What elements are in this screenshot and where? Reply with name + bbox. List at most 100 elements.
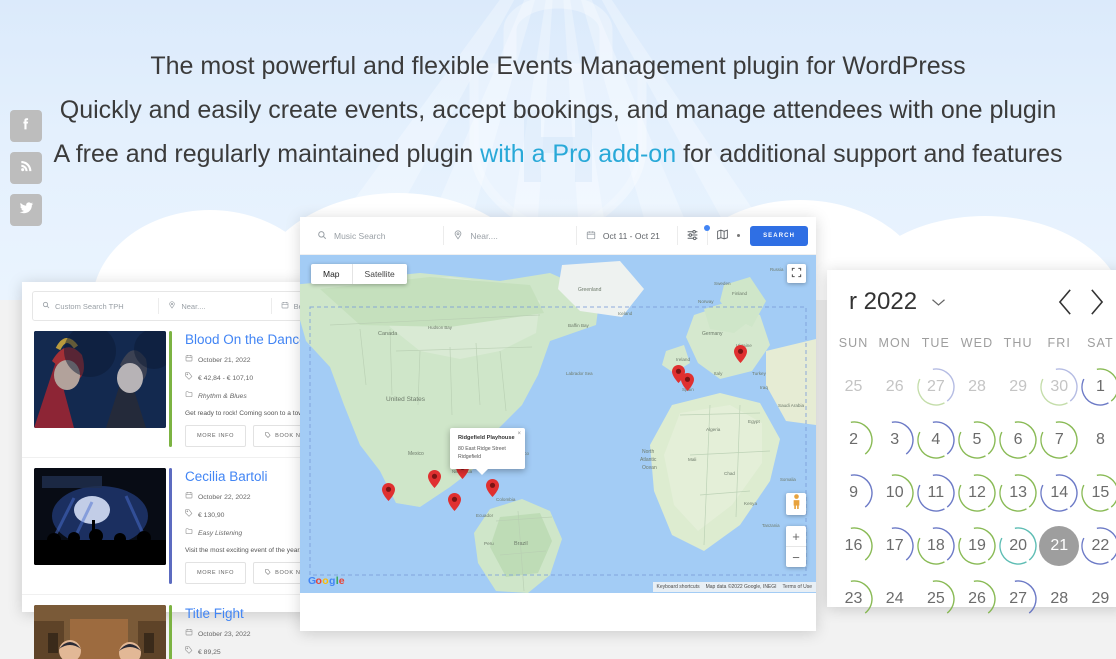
map-view-toggle[interactable] bbox=[708, 228, 733, 243]
more-info-button[interactable]: MORE INFO bbox=[185, 562, 247, 584]
calendar-day[interactable]: 29 bbox=[1080, 579, 1116, 619]
map-type-satellite[interactable]: Satellite bbox=[353, 264, 407, 284]
calendar-next-button[interactable] bbox=[1088, 288, 1105, 316]
svg-text:Iceland: Iceland bbox=[618, 311, 633, 316]
calendar-day-number: 8 bbox=[1095, 430, 1105, 448]
map-search-input[interactable]: Music Search bbox=[308, 230, 443, 242]
calendar-day[interactable]: 28 bbox=[957, 367, 997, 407]
calendar-day[interactable]: 18 bbox=[916, 526, 956, 566]
calendar-day[interactable]: 25 bbox=[834, 367, 874, 407]
calendar-day[interactable]: 30 bbox=[1039, 367, 1079, 407]
map-marker[interactable] bbox=[486, 479, 499, 497]
calendar-day-number: 1 bbox=[1095, 377, 1105, 395]
calendar-day[interactable]: 21 bbox=[1039, 525, 1080, 566]
svg-text:United States: United States bbox=[386, 396, 426, 403]
pro-addon-link[interactable]: with a Pro add-on bbox=[480, 140, 676, 168]
calendar-day[interactable]: 8 bbox=[1080, 420, 1116, 460]
calendar-day-cell: 29 bbox=[1080, 572, 1116, 625]
map-attribution: Keyboard shortcuts Map data ©2022 Google… bbox=[652, 581, 816, 592]
calendar-day-number: 4 bbox=[931, 430, 941, 448]
events-search-query[interactable]: Custom Search TPH bbox=[33, 292, 158, 320]
map-marker[interactable] bbox=[428, 470, 441, 488]
hero-line-3-prefix: A free and regularly maintained plugin bbox=[53, 140, 481, 168]
svg-text:Finland: Finland bbox=[732, 291, 748, 296]
calendar-day[interactable]: 22 bbox=[1080, 526, 1116, 566]
svg-text:Ireland: Ireland bbox=[676, 357, 690, 362]
map-date-range-value: Oct 11 - Oct 21 bbox=[602, 230, 660, 241]
social-button-twitter[interactable] bbox=[10, 194, 42, 226]
dropdown-dot-icon[interactable] bbox=[737, 234, 741, 237]
svg-text:Peru: Peru bbox=[484, 541, 494, 546]
calendar-day[interactable]: 14 bbox=[1039, 473, 1079, 513]
close-icon[interactable]: × bbox=[517, 431, 521, 437]
svg-text:Norway: Norway bbox=[698, 299, 714, 304]
calendar-day[interactable]: 4 bbox=[916, 420, 956, 460]
calendar-month-label: r 2022 bbox=[849, 288, 918, 315]
calendar-day[interactable]: 23 bbox=[834, 579, 874, 619]
svg-text:Tanzania: Tanzania bbox=[762, 523, 780, 528]
map-near-input-value: Near.... bbox=[470, 230, 498, 241]
social-button-rss[interactable] bbox=[10, 152, 42, 184]
calendar-icon bbox=[185, 354, 193, 366]
google-map[interactable]: United States Canada Mexico Brazil Green… bbox=[300, 255, 816, 593]
calendar-day[interactable]: 16 bbox=[834, 526, 874, 566]
calendar-day[interactable]: 24 bbox=[875, 579, 915, 619]
calendar-day[interactable]: 7 bbox=[1039, 420, 1079, 460]
calendar-day[interactable]: 3 bbox=[875, 420, 915, 460]
svg-text:Germany: Germany bbox=[702, 331, 723, 337]
calendar-day[interactable]: 2 bbox=[834, 420, 874, 460]
weekday-sun: SUN bbox=[838, 336, 869, 350]
map-marker[interactable] bbox=[681, 373, 694, 391]
calendar-day[interactable]: 6 bbox=[998, 420, 1038, 460]
calendar-day-number: 2 bbox=[849, 430, 859, 448]
street-view-pegman[interactable] bbox=[786, 493, 806, 515]
fullscreen-button[interactable] bbox=[787, 264, 806, 283]
calendar-day[interactable]: 5 bbox=[957, 420, 997, 460]
map-date-range[interactable]: Oct 11 - Oct 21 bbox=[577, 230, 677, 242]
zoom-in-button[interactable]: + bbox=[786, 526, 806, 546]
calendar-day[interactable]: 20 bbox=[998, 526, 1038, 566]
calendar-day[interactable]: 9 bbox=[834, 473, 874, 513]
keyboard-shortcuts-link[interactable]: Keyboard shortcuts bbox=[657, 584, 700, 590]
calendar-day[interactable]: 27 bbox=[916, 367, 956, 407]
calendar-day[interactable]: 17 bbox=[875, 526, 915, 566]
calendar-day[interactable]: 12 bbox=[957, 473, 997, 513]
calendar-day[interactable]: 19 bbox=[957, 526, 997, 566]
calendar-day-cell: 3 bbox=[874, 413, 915, 466]
calendar-day[interactable]: 13 bbox=[998, 473, 1038, 513]
calendar-day-cell: 10 bbox=[874, 466, 915, 519]
events-search-near-text: Near.... bbox=[181, 301, 206, 311]
svg-text:Mexico: Mexico bbox=[408, 451, 424, 457]
calendar-day[interactable]: 26 bbox=[957, 579, 997, 619]
calendar-day-number: 28 bbox=[1050, 589, 1069, 607]
search-button[interactable]: SEARCH bbox=[750, 225, 808, 246]
zoom-out-button[interactable]: − bbox=[786, 547, 806, 567]
chevron-down-icon[interactable] bbox=[931, 297, 946, 307]
map-marker[interactable] bbox=[734, 345, 747, 363]
calendar-day-number: 23 bbox=[844, 589, 863, 607]
calendar-day[interactable]: 10 bbox=[875, 473, 915, 513]
calendar-day[interactable]: 15 bbox=[1080, 473, 1116, 513]
events-search-near[interactable]: Near.... bbox=[159, 292, 270, 320]
social-button-facebook[interactable] bbox=[10, 110, 42, 142]
more-info-button[interactable]: MORE INFO bbox=[185, 425, 247, 447]
svg-text:Algeria: Algeria bbox=[706, 427, 721, 432]
calendar-icon bbox=[586, 230, 596, 242]
calendar-day[interactable]: 25 bbox=[916, 579, 956, 619]
map-marker[interactable] bbox=[448, 493, 461, 511]
calendar-day[interactable]: 29 bbox=[998, 367, 1038, 407]
map-marker[interactable] bbox=[382, 483, 395, 501]
calendar-day[interactable]: 11 bbox=[916, 473, 956, 513]
map-type-map[interactable]: Map bbox=[311, 264, 352, 284]
calendar-day[interactable]: 28 bbox=[1039, 579, 1079, 619]
calendar-day[interactable]: 27 bbox=[998, 579, 1038, 619]
map-near-input[interactable]: Near.... bbox=[444, 229, 575, 242]
calendar-day[interactable]: 1 bbox=[1080, 367, 1116, 407]
twitter-icon bbox=[18, 199, 35, 221]
filter-button[interactable] bbox=[678, 225, 711, 243]
calendar-prev-button[interactable] bbox=[1057, 288, 1074, 316]
svg-text:Ecuador: Ecuador bbox=[476, 513, 494, 518]
fullscreen-icon bbox=[791, 265, 802, 283]
terms-of-use-link[interactable]: Terms of Use bbox=[783, 584, 812, 590]
calendar-day[interactable]: 26 bbox=[875, 367, 915, 407]
